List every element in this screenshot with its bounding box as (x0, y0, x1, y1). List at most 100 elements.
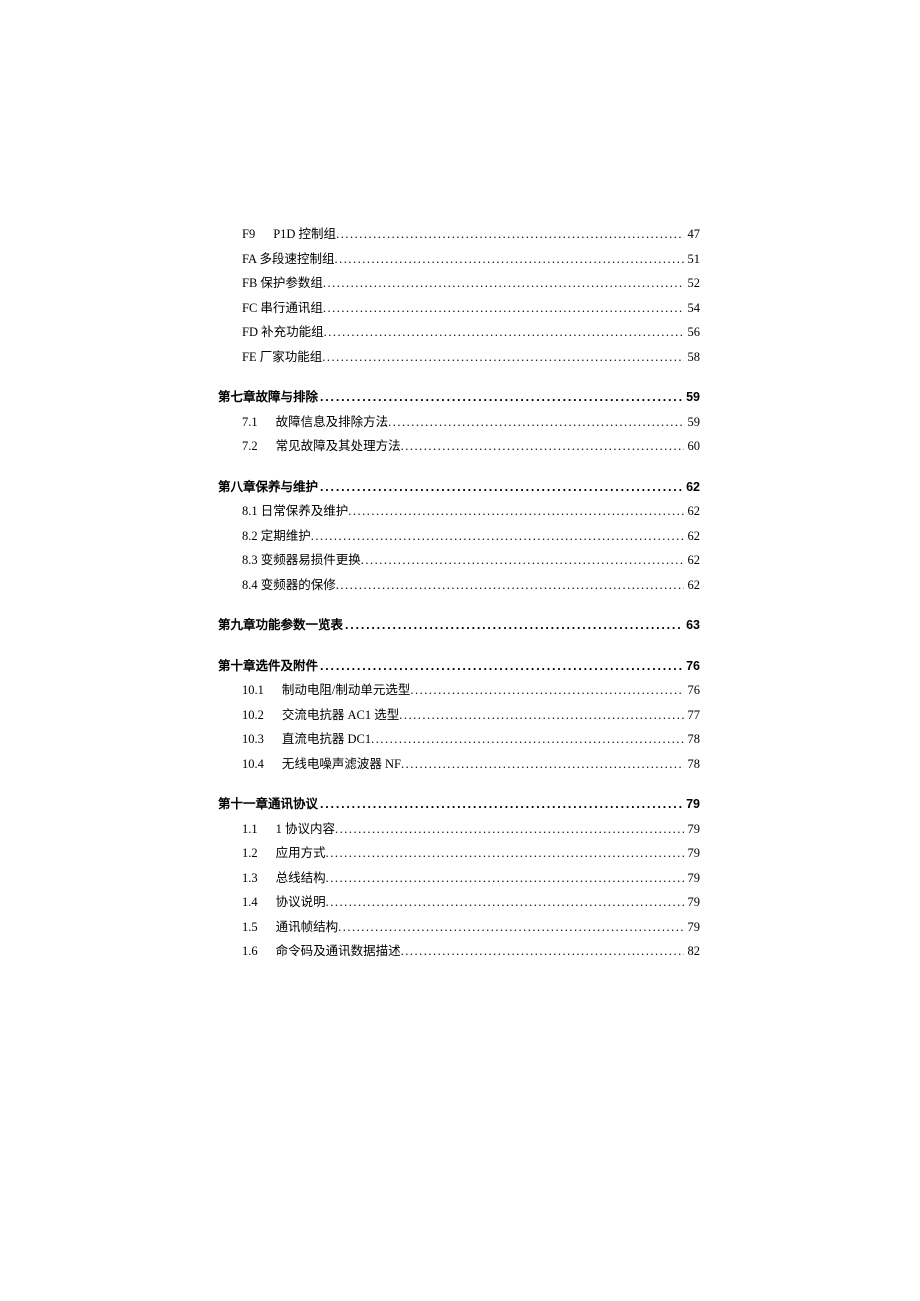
toc-entry-title: 交流电抗器 AC1 选型 (282, 709, 399, 722)
toc-container: F9P1D 控制组 47 FA 多段速控制组 51 FB 保护参数组 52 FC 串行… (218, 228, 700, 970)
toc-leader-dots (324, 326, 684, 339)
toc-entry-title: 总线结构 (276, 872, 326, 885)
toc-entry-page: 76 (682, 660, 700, 673)
toc-entry-page: 79 (684, 872, 701, 885)
toc-leader-dots (322, 351, 683, 364)
toc-leader-dots (348, 505, 683, 518)
toc-leader-dots (323, 277, 684, 290)
toc-sub-row: FD 补充功能组 56 (218, 326, 700, 339)
toc-entry-title: FA 多段速控制组 (242, 253, 335, 266)
toc-leader-dots (320, 481, 682, 494)
toc-entry-number: 10.3 (242, 733, 264, 746)
toc-leader-dots (401, 758, 684, 771)
toc-entry-page: 79 (682, 798, 700, 811)
toc-sub-row: 8.4 变频器的保修 62 (218, 579, 700, 592)
toc-leader-dots (320, 798, 682, 811)
toc-entry-title: 通讯帧结构 (276, 921, 339, 934)
toc-sub-row: 1.1 1 协议内容 79 (218, 823, 700, 836)
toc-entry-title: FE 厂家功能组 (242, 351, 322, 364)
toc-leader-dots (326, 896, 684, 909)
toc-sub-row: FC 串行通讯组 54 (218, 302, 700, 315)
toc-leader-dots (399, 709, 683, 722)
toc-entry-title: 直流电抗器 DC1 (282, 733, 371, 746)
toc-entry-title: FC 串行通讯组 (242, 302, 323, 315)
toc-leader-dots (335, 253, 684, 266)
toc-entry-number: 1.5 (242, 921, 258, 934)
toc-leader-dots (388, 416, 683, 429)
toc-sub-row: 8.3 变频器易损件更换 62 (218, 554, 700, 567)
toc-entry-title: 1 协议内容 (276, 823, 335, 836)
toc-entry-page: 62 (684, 579, 701, 592)
toc-sub-row: 10.4无线电噪声滤波器 NF 78 (218, 758, 700, 771)
toc-leader-dots (338, 921, 683, 934)
toc-entry-title: 8.4 变频器的保修 (242, 579, 336, 592)
toc-entry-page: 60 (684, 440, 701, 453)
toc-entry-title: 无线电噪声滤波器 NF (282, 758, 401, 771)
toc-entry-title: FB 保护参数组 (242, 277, 323, 290)
toc-leader-dots (320, 391, 682, 404)
toc-entry-title: 应用方式 (276, 847, 326, 860)
toc-sub-row: 10.2 交流电抗器 AC1 选型 77 (218, 709, 700, 722)
toc-entry-number: 1.6 (242, 945, 258, 958)
toc-leader-dots (326, 847, 684, 860)
toc-leader-dots (345, 619, 682, 632)
toc-chapter-row: 第八章保养与维护 62 (218, 481, 700, 494)
toc-entry-page: 62 (682, 481, 700, 494)
toc-entry-title: 8.1 日常保养及维护 (242, 505, 348, 518)
toc-chapter-row: 第七章故障与排除 59 (218, 391, 700, 404)
toc-entry-page: 59 (684, 416, 701, 429)
toc-entry-title: 制动电阻/制动单元选型 (282, 684, 410, 697)
toc-sub-row: 7.2 常见故障及其处理方法 60 (218, 440, 700, 453)
toc-entry-number: 7.1 (242, 416, 258, 429)
toc-entry-page: 62 (684, 530, 701, 543)
toc-entry-page: 63 (682, 619, 700, 632)
toc-entry-page: 76 (684, 684, 701, 697)
toc-entry-page: 54 (684, 302, 701, 315)
toc-sub-row: 1.6命令码及通讯数据描述 82 (218, 945, 700, 958)
toc-entry-number: 1.1 (242, 823, 258, 836)
toc-leader-dots (361, 554, 684, 567)
toc-entry-number: 10.2 (242, 709, 264, 722)
toc-chapter-row: 第九章功能参数一览表 63 (218, 619, 700, 632)
toc-entry-title: 故障信息及排除方法 (276, 416, 389, 429)
toc-entry-page: 82 (684, 945, 701, 958)
toc-sub-row: 8.2 定期维护 62 (218, 530, 700, 543)
toc-leader-dots (336, 228, 683, 241)
toc-entry-title: 8.3 变频器易损件更换 (242, 554, 361, 567)
toc-entry-page: 78 (684, 733, 701, 746)
toc-leader-dots (401, 945, 684, 958)
toc-leader-dots (320, 660, 682, 673)
toc-entry-number: 10.4 (242, 758, 264, 771)
toc-sub-row: 1.3 总线结构 79 (218, 872, 700, 885)
toc-sub-row: 1.5 通讯帧结构 79 (218, 921, 700, 934)
toc-leader-dots (326, 872, 684, 885)
toc-sub-row: 1.4协议说明 79 (218, 896, 700, 909)
toc-sub-row: 8.1 日常保养及维护 62 (218, 505, 700, 518)
toc-entry-page: 79 (684, 847, 701, 860)
toc-entry-page: 51 (684, 253, 701, 266)
toc-entry-page: 56 (684, 326, 701, 339)
toc-chapter-row: 第十一章通讯协议 79 (218, 798, 700, 811)
toc-entry-page: 47 (684, 228, 701, 241)
toc-entry-page: 62 (684, 505, 701, 518)
toc-entry-number: 1.2 (242, 847, 258, 860)
toc-leader-dots (336, 579, 684, 592)
toc-sub-row: F9P1D 控制组 47 (218, 228, 700, 241)
toc-leader-dots (311, 530, 684, 543)
toc-entry-number: 7.2 (242, 440, 258, 453)
toc-entry-page: 79 (684, 921, 701, 934)
toc-entry-title: 常见故障及其处理方法 (276, 440, 401, 453)
toc-entry-page: 58 (684, 351, 701, 364)
toc-entry-number: 10.1 (242, 684, 264, 697)
toc-entry-title: 协议说明 (276, 896, 326, 909)
toc-entry-title: FD 补充功能组 (242, 326, 324, 339)
toc-entry-number: 1.3 (242, 872, 258, 885)
toc-leader-dots (410, 684, 683, 697)
toc-entry-title: 8.2 定期维护 (242, 530, 311, 543)
toc-entry-title: 第八章保养与维护 (218, 481, 318, 494)
toc-entry-page: 52 (684, 277, 701, 290)
toc-entry-page: 79 (684, 823, 701, 836)
toc-sub-row: FA 多段速控制组 51 (218, 253, 700, 266)
toc-entry-title: 第十一章通讯协议 (218, 798, 318, 811)
toc-entry-page: 77 (684, 709, 701, 722)
